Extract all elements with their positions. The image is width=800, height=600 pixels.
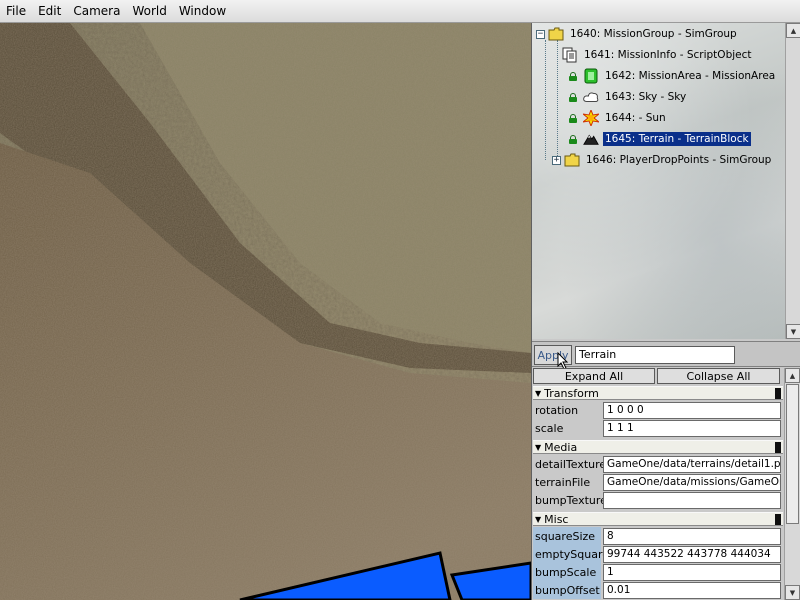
field-label: bumpScale	[535, 566, 597, 579]
menu-world[interactable]: World	[126, 0, 172, 23]
tree-node[interactable]: − 1640: MissionGroup - SimGroup	[536, 24, 739, 44]
field-row: scale 1 1 1	[533, 420, 783, 438]
mission-area-icon	[583, 68, 599, 84]
inspector-scrollbar[interactable]: ▲ ▼	[784, 368, 800, 600]
expand-collapse-bar: Expand All Collapse All	[532, 368, 785, 384]
tree-node[interactable]: 1643: Sky - Sky	[569, 87, 688, 107]
section-title: Transform	[544, 386, 599, 400]
script-object-icon	[562, 47, 578, 63]
field-row: bumpScale 1	[533, 564, 783, 582]
expand-icon[interactable]: +	[552, 155, 561, 165]
field-label: rotation	[535, 404, 579, 417]
field-label: bumpTexture	[535, 494, 607, 507]
section-end-marker	[775, 442, 781, 453]
terrain-mountain-icon	[583, 131, 599, 147]
folder-icon	[548, 26, 564, 42]
sun-icon	[583, 110, 599, 126]
terrain-file-field[interactable]: GameOne/data/missions/GameOneM	[603, 474, 781, 491]
field-row: bumpOffset 0.01	[533, 582, 783, 600]
tree-node[interactable]: + 1646: PlayerDropPoints - SimGroup	[552, 150, 773, 170]
menu-edit[interactable]: Edit	[32, 0, 67, 23]
menu-camera[interactable]: Camera	[67, 0, 126, 23]
lock-icon[interactable]	[569, 71, 577, 81]
bump-texture-field[interactable]	[603, 492, 781, 509]
section-end-marker	[775, 514, 781, 525]
scroll-up-icon[interactable]: ▲	[786, 23, 800, 38]
collapse-icon[interactable]: −	[536, 29, 545, 39]
tree-node-label: 1646: PlayerDropPoints - SimGroup	[586, 154, 772, 166]
field-row: detailTexture GameOne/data/terrains/deta…	[533, 456, 783, 474]
bump-offset-field[interactable]: 0.01	[603, 582, 781, 599]
tree-node-label: 1643: Sky - Sky	[605, 91, 687, 103]
section-title: Misc	[544, 512, 569, 526]
scale-field[interactable]: 1 1 1	[603, 420, 781, 437]
tree-node-label: 1642: MissionArea - MissionArea	[605, 70, 776, 82]
collapse-all-button[interactable]: Collapse All	[657, 368, 780, 384]
section-collapse-icon[interactable]: ▼	[535, 389, 541, 398]
tree-node-label: 1641: MissionInfo - ScriptObject	[584, 49, 752, 61]
editor-side-panel: − 1640: MissionGroup - SimGroup 1641: Mi…	[531, 23, 800, 600]
scroll-thumb[interactable]	[786, 384, 799, 524]
section-collapse-icon[interactable]: ▼	[535, 443, 541, 452]
lock-icon[interactable]	[569, 134, 577, 144]
lock-icon[interactable]	[569, 113, 577, 123]
object-name-input[interactable]: Terrain	[575, 346, 735, 364]
field-row: terrainFile GameOne/data/missions/GameOn…	[533, 474, 783, 492]
section-collapse-icon[interactable]: ▼	[535, 515, 541, 524]
field-row: squareSize 8	[533, 528, 783, 546]
field-row: emptySquares 99744 443522 443778 444034	[533, 546, 783, 564]
menu-file[interactable]: File	[0, 0, 32, 23]
field-label: squareSize	[535, 530, 596, 543]
scroll-down-icon[interactable]: ▼	[786, 324, 800, 339]
field-label: terrainFile	[535, 476, 591, 489]
tree-node[interactable]: 1644: - Sun	[569, 108, 668, 128]
expand-all-button[interactable]: Expand All	[533, 368, 655, 384]
lock-icon[interactable]	[569, 92, 577, 102]
tree-node-selected[interactable]: 1645: Terrain - TerrainBlock	[569, 129, 751, 149]
field-row: rotation 1 0 0 0	[533, 402, 783, 420]
menu-window[interactable]: Window	[173, 0, 232, 23]
field-label: detailTexture	[535, 458, 607, 471]
scene-tree[interactable]: − 1640: MissionGroup - SimGroup 1641: Mi…	[532, 23, 800, 339]
field-label: scale	[535, 422, 564, 435]
tree-node-label: 1644: - Sun	[605, 112, 666, 124]
tree-node-label: 1645: Terrain - TerrainBlock	[603, 132, 751, 146]
tree-node[interactable]: 1641: MissionInfo - ScriptObject	[562, 45, 754, 65]
sky-cloud-icon	[583, 89, 599, 105]
empty-squares-field[interactable]: 99744 443522 443778 444034	[603, 546, 781, 563]
tree-node-label: 1640: MissionGroup - SimGroup	[570, 28, 737, 40]
tree-node[interactable]: 1642: MissionArea - MissionArea	[569, 66, 777, 86]
detail-texture-field[interactable]: GameOne/data/terrains/detail1.png	[603, 456, 781, 473]
section-misc[interactable]: ▼ Misc	[533, 512, 783, 526]
scroll-up-icon[interactable]: ▲	[785, 368, 800, 383]
folder-icon	[564, 152, 580, 168]
bump-scale-field[interactable]: 1	[603, 564, 781, 581]
section-title: Media	[544, 440, 578, 454]
scroll-down-icon[interactable]: ▼	[785, 585, 800, 600]
property-inspector: ▼ Transform rotation 1 0 0 0 scale 1 1 1…	[532, 385, 785, 600]
object-name-bar: Apply Terrain	[532, 341, 800, 370]
field-label: bumpOffset	[535, 584, 600, 597]
world-viewport[interactable]	[0, 23, 531, 600]
section-media[interactable]: ▼ Media	[533, 440, 783, 454]
rotation-field[interactable]: 1 0 0 0	[603, 402, 781, 419]
terrain-render	[0, 23, 531, 600]
square-size-field[interactable]: 8	[603, 528, 781, 545]
menu-bar: File Edit Camera World Window	[0, 0, 800, 23]
section-transform[interactable]: ▼ Transform	[533, 386, 783, 400]
tree-scrollbar[interactable]: ▲ ▼	[785, 23, 800, 339]
field-row: bumpTexture	[533, 492, 783, 510]
section-end-marker	[775, 388, 781, 399]
